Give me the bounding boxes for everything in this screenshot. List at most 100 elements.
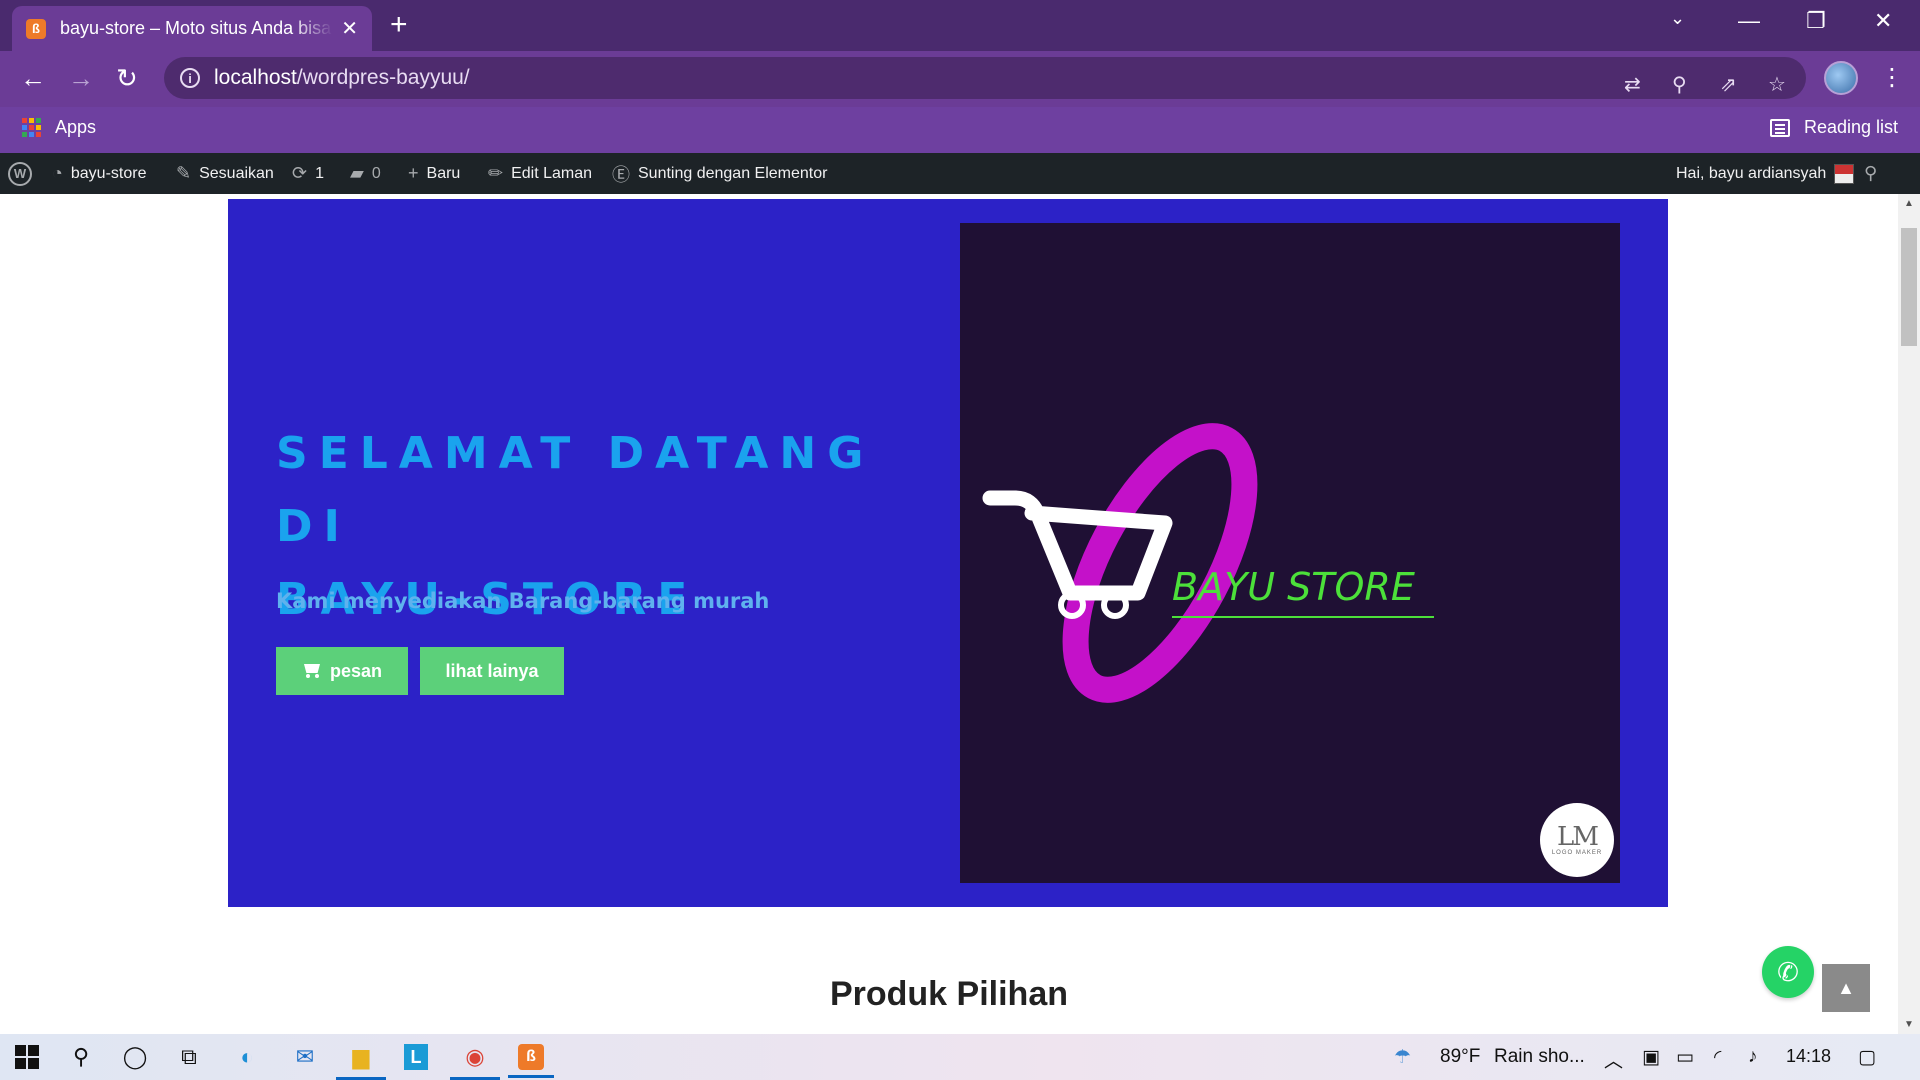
- site-info-icon[interactable]: i: [180, 68, 200, 88]
- page-scrollbar[interactable]: ▲ ▼: [1898, 194, 1920, 1034]
- whatsapp-icon[interactable]: ✆: [1762, 946, 1814, 998]
- comments-count: 0: [371, 164, 381, 182]
- xampp-icon[interactable]: ß: [508, 1044, 554, 1078]
- reading-list-icon: [1770, 118, 1790, 137]
- browser-tab[interactable]: ß bayu-store – Moto situs Anda bisa ✕: [12, 6, 372, 51]
- reload-icon[interactable]: ↻: [116, 63, 138, 93]
- xampp-favicon-icon: ß: [26, 18, 46, 39]
- admin-elementor[interactable]: Ⓔ Sunting dengan Elementor: [612, 153, 827, 194]
- notification-icon[interactable]: ▢: [1858, 1046, 1876, 1069]
- store-logo-image: BAYU STORE LM LOGO MAKER: [960, 223, 1620, 883]
- apps-shortcut[interactable]: Apps: [22, 117, 96, 138]
- see-more-label: lihat lainya: [445, 660, 539, 681]
- new-tab-button[interactable]: +: [390, 10, 408, 40]
- launcher-l-icon[interactable]: L: [404, 1044, 428, 1070]
- wifi-icon[interactable]: ◜: [1714, 1046, 1721, 1069]
- browser-tab-strip: ß bayu-store – Moto situs Anda bisa ✕ + …: [0, 0, 1920, 51]
- meet-now-icon[interactable]: ▣: [1642, 1046, 1660, 1069]
- dashboard-icon: ◔: [52, 163, 63, 183]
- window-close-icon[interactable]: ✕: [1874, 8, 1892, 34]
- updates-icon: ⟳: [292, 163, 308, 183]
- bookmarks-bar: Apps Reading list: [0, 107, 1920, 153]
- admin-site-name[interactable]: ◔ bayu-store: [52, 153, 146, 194]
- admin-comments[interactable]: ▰ 0: [350, 153, 381, 194]
- windows-logo-icon: [15, 1045, 39, 1069]
- user-avatar: [1834, 163, 1855, 184]
- forward-icon[interactable]: →: [68, 63, 94, 93]
- restore-icon[interactable]: ❐: [1806, 8, 1826, 34]
- wordpress-icon: W: [8, 161, 32, 186]
- comment-icon: ▰: [350, 163, 364, 183]
- weather-icon[interactable]: ☂: [1394, 1046, 1411, 1069]
- weather-temp[interactable]: 89°F: [1440, 1046, 1480, 1068]
- hero-subtitle: Kami menyediakan Barang-barang murah: [276, 589, 770, 613]
- back-icon[interactable]: ←: [20, 63, 46, 93]
- browser-toolbar: ← → ↻ i localhost/wordpres-bayyuu/ ⇄ ⚲ ⇗…: [0, 51, 1920, 107]
- file-explorer-icon[interactable]: ▆: [336, 1042, 386, 1080]
- logo-orbit-ellipse: [1062, 423, 1258, 703]
- edit-page-label: Edit Laman: [511, 164, 593, 182]
- admin-search[interactable]: ⚲: [1864, 153, 1877, 194]
- browser-menu-icon[interactable]: ⋮: [1880, 63, 1904, 92]
- chrome-icon[interactable]: ◉: [450, 1042, 500, 1080]
- task-view-icon[interactable]: ⧉: [174, 1042, 204, 1072]
- url-host: localhost: [214, 66, 297, 89]
- bookmark-star-icon[interactable]: ☆: [1768, 72, 1786, 97]
- logo-maker-badge: LM LOGO MAKER: [1540, 803, 1614, 877]
- scroll-up-arrow-icon[interactable]: ▲: [1904, 198, 1914, 209]
- search-icon[interactable]: ⚲: [66, 1042, 96, 1072]
- start-button[interactable]: [12, 1042, 42, 1072]
- site-name-label: bayu-store: [70, 164, 147, 182]
- admin-edit-page[interactable]: ✏ Edit Laman: [488, 153, 592, 194]
- mail-icon[interactable]: ✉: [290, 1042, 320, 1072]
- translate-icon[interactable]: ⇄: [1624, 72, 1641, 97]
- tab-title: bayu-store – Moto situs Anda bisa: [60, 18, 332, 38]
- address-bar[interactable]: i localhost/wordpres-bayyuu/ ⇄ ⚲ ⇗ ☆: [164, 57, 1806, 99]
- battery-icon[interactable]: ▭: [1676, 1046, 1694, 1069]
- logo-maker-caption: LOGO MAKER: [1551, 850, 1603, 856]
- admin-new[interactable]: + Baru: [408, 153, 460, 194]
- bayu-store-logo: BAYU STORE: [982, 423, 1434, 703]
- pencil-icon: ✏: [488, 163, 504, 183]
- greeting-label: Hai, bayu ardiansyah: [1676, 164, 1827, 182]
- hero-title-line-1: SELAMAT DATANG DI: [276, 428, 875, 552]
- updates-count: 1: [315, 164, 324, 182]
- url-path: /wordpres-bayyuu/: [296, 66, 470, 89]
- minimize-icon[interactable]: —: [1738, 8, 1760, 34]
- admin-my-account[interactable]: Hai, bayu ardiansyah: [1676, 153, 1855, 194]
- windows-taskbar: ⚲ ◯ ⧉ ◐ ✉ ▆ L ◉ ß ☂ 89°F Rain sho... ︿ ▣…: [0, 1034, 1920, 1080]
- brush-icon: ✎: [176, 163, 192, 183]
- scroll-to-top-button[interactable]: ▲: [1822, 964, 1870, 1012]
- new-label: Baru: [426, 164, 461, 182]
- clock-time[interactable]: 14:18: [1786, 1046, 1831, 1067]
- wp-admin-bar: W ◔ bayu-store ✎ Sesuaikan ⟳ 1 ▰ 0 + Bar…: [0, 153, 1920, 194]
- customize-label: Sesuaikan: [199, 164, 274, 182]
- reading-list-button[interactable]: Reading list: [1770, 117, 1898, 138]
- order-button-label: pesan: [329, 660, 383, 681]
- cart-icon: [302, 664, 322, 678]
- weather-text[interactable]: Rain sho...: [1494, 1046, 1585, 1068]
- order-button[interactable]: pesan: [276, 647, 408, 695]
- profile-avatar[interactable]: [1824, 61, 1858, 95]
- tab-close-icon[interactable]: ✕: [341, 16, 358, 41]
- cortana-icon[interactable]: ◯: [120, 1042, 150, 1072]
- scrollbar-thumb[interactable]: [1901, 228, 1917, 346]
- scroll-down-arrow-icon[interactable]: ▼: [1904, 1019, 1914, 1030]
- zoom-icon[interactable]: ⚲: [1672, 72, 1687, 97]
- apps-grid-icon: [22, 118, 41, 137]
- tray-chevron-icon[interactable]: ︿: [1604, 1046, 1623, 1073]
- logo-maker-initials: LM: [1557, 822, 1599, 852]
- share-icon[interactable]: ⇗: [1720, 72, 1737, 97]
- admin-customize[interactable]: ✎ Sesuaikan: [176, 153, 274, 194]
- tab-search-chevron-icon[interactable]: ⌄: [1670, 8, 1685, 29]
- apps-label: Apps: [55, 117, 97, 137]
- volume-icon[interactable]: ♪: [1748, 1046, 1758, 1068]
- wp-logo-menu[interactable]: W: [8, 153, 32, 194]
- logo-brand-text: BAYU STORE: [1172, 565, 1415, 609]
- hero-section: SELAMAT DATANG DI BAYU-STORE Kami menyed…: [228, 199, 1668, 907]
- edge-icon[interactable]: ◐: [232, 1042, 262, 1072]
- admin-updates[interactable]: ⟳ 1: [292, 153, 324, 194]
- page-viewport: SELAMAT DATANG DI BAYU-STORE Kami menyed…: [0, 194, 1898, 1034]
- url-text: localhost/wordpres-bayyuu/: [214, 66, 470, 90]
- see-more-button[interactable]: lihat lainya: [420, 647, 564, 695]
